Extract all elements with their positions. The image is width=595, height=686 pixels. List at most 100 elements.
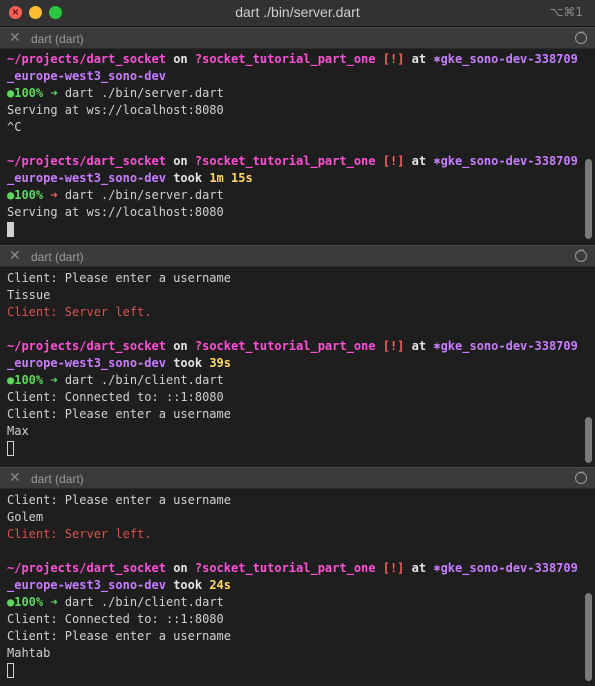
command-text: dart ./bin/client.dart xyxy=(64,595,224,609)
prompt-arrow-icon: ➜ xyxy=(50,188,58,202)
prompt-path: ~/projects/dart_socket xyxy=(7,52,166,66)
prompt-context: ⎈gke_sono-dev-338709 xyxy=(433,339,578,353)
prompt-branch: ?socket_tutorial_part_one xyxy=(194,339,376,353)
close-pane-icon[interactable]: ✕ xyxy=(9,248,21,264)
terminal-pane-1[interactable]: ✕ dart (dart) ~/projects/dart_socket on … xyxy=(0,27,595,245)
command-line: ●100% ➜ dart ./bin/server.dart xyxy=(7,187,224,204)
prompt-path: ~/projects/dart_socket xyxy=(7,339,166,353)
battery-indicator: ●100% xyxy=(7,595,44,609)
output-line: Tissue xyxy=(7,288,51,302)
scrollbar[interactable] xyxy=(584,267,592,467)
command-text: dart ./bin/server.dart xyxy=(64,86,224,100)
prompt-context: ⎈gke_sono-dev-338709 xyxy=(433,561,578,575)
battery-indicator: ●100% xyxy=(7,86,44,100)
prompt-line-cont: _europe-west3_sono-dev took 24s xyxy=(7,577,231,594)
prompt-context: ⎈gke_sono-dev-338709 xyxy=(433,154,578,168)
pane-title: dart (dart) xyxy=(31,250,84,264)
command-line: ●100% ➜ dart ./bin/server.dart xyxy=(7,85,224,102)
prompt-status: [!] xyxy=(382,52,405,66)
pane-content[interactable]: ~/projects/dart_socket on ?socket_tutori… xyxy=(0,49,581,245)
prompt-context: ⎈gke_sono-dev-338709 xyxy=(433,52,578,66)
window-title: dart ./bin/server.dart xyxy=(235,4,360,20)
output-line: Golem xyxy=(7,510,44,524)
pane-content[interactable]: Client: Please enter a username Golem Cl… xyxy=(0,489,581,686)
prompt-status: [!] xyxy=(382,561,405,575)
window-shortcut: ⌥⌘1 xyxy=(549,5,583,19)
command-line: ●100% ➜ dart ./bin/client.dart xyxy=(7,594,224,611)
output-line: Mahtab xyxy=(7,646,51,660)
duration-value: 39s xyxy=(209,356,232,370)
prompt-at: at xyxy=(411,339,427,353)
prompt-status: [!] xyxy=(382,154,405,168)
pane-title: dart (dart) xyxy=(31,472,84,486)
error-line: Client: Server left. xyxy=(7,527,152,541)
terminal-cursor xyxy=(7,663,14,678)
prompt-branch: ?socket_tutorial_part_one xyxy=(194,154,376,168)
pane-title: dart (dart) xyxy=(31,32,84,46)
prompt-on: on xyxy=(173,339,188,353)
pane-content[interactable]: Client: Please enter a username Tissue C… xyxy=(0,267,581,467)
title-bar: × dart ./bin/server.dart ⌥⌘1 xyxy=(0,0,595,27)
prompt-context-cont: _europe-west3_sono-dev xyxy=(7,69,166,83)
prompt-took: took xyxy=(173,171,203,185)
pane-header: ✕ dart (dart) xyxy=(0,245,595,267)
prompt-line: ~/projects/dart_socket on ?socket_tutori… xyxy=(7,51,578,68)
prompt-status: [!] xyxy=(382,339,405,353)
prompt-line-cont: _europe-west3_sono-dev took 39s xyxy=(7,355,231,372)
error-line: Client: Server left. xyxy=(7,305,152,319)
output-line: ^C xyxy=(7,120,22,134)
close-pane-icon[interactable]: ✕ xyxy=(9,470,21,486)
command-text: dart ./bin/client.dart xyxy=(64,373,224,387)
output-line: Client: Please enter a username xyxy=(7,629,231,643)
terminal-cursor xyxy=(7,222,14,237)
duration-value: 1m 15s xyxy=(209,171,253,185)
scrollbar[interactable] xyxy=(584,489,592,686)
output-line: Client: Connected to: ::1:8080 xyxy=(7,612,224,626)
prompt-context-cont: _europe-west3_sono-dev xyxy=(7,578,166,592)
scrollbar-thumb[interactable] xyxy=(585,593,592,681)
prompt-arrow-icon: ➜ xyxy=(50,86,58,100)
battery-indicator: ●100% xyxy=(7,373,44,387)
terminal-pane-2[interactable]: ✕ dart (dart) Client: Please enter a use… xyxy=(0,245,595,467)
more-options-icon[interactable] xyxy=(575,28,587,44)
output-line: Client: Please enter a username xyxy=(7,271,231,285)
more-options-icon[interactable] xyxy=(575,468,587,484)
prompt-line-cont: _europe-west3_sono-dev took 1m 15s xyxy=(7,170,253,187)
scrollbar[interactable] xyxy=(584,49,592,245)
prompt-line: ~/projects/dart_socket on ?socket_tutori… xyxy=(7,153,578,170)
close-pane-icon[interactable]: ✕ xyxy=(9,30,21,46)
output-line: Max xyxy=(7,424,29,438)
prompt-path: ~/projects/dart_socket xyxy=(7,154,166,168)
output-line: Client: Please enter a username xyxy=(7,407,231,421)
more-options-icon[interactable] xyxy=(575,246,587,262)
prompt-on: on xyxy=(173,52,188,66)
command-text: dart ./bin/server.dart xyxy=(64,188,224,202)
prompt-branch: ?socket_tutorial_part_one xyxy=(194,52,376,66)
prompt-context-cont: _europe-west3_sono-dev xyxy=(7,171,166,185)
duration-value: 24s xyxy=(209,578,232,592)
prompt-on: on xyxy=(173,154,188,168)
prompt-at: at xyxy=(411,52,427,66)
prompt-line: ~/projects/dart_socket on ?socket_tutori… xyxy=(7,338,578,355)
output-line: Client: Connected to: ::1:8080 xyxy=(7,390,224,404)
terminal-window: × dart ./bin/server.dart ⌥⌘1 ✕ dart (dar… xyxy=(0,0,595,686)
scrollbar-thumb[interactable] xyxy=(585,159,592,239)
prompt-path: ~/projects/dart_socket xyxy=(7,561,166,575)
battery-indicator: ●100% xyxy=(7,188,44,202)
prompt-at: at xyxy=(411,561,427,575)
pane-header: ✕ dart (dart) xyxy=(0,27,595,49)
prompt-context-cont: _europe-west3_sono-dev xyxy=(7,356,166,370)
scrollbar-thumb[interactable] xyxy=(585,417,592,463)
output-line: Serving at ws://localhost:8080 xyxy=(7,205,224,219)
terminal-pane-3[interactable]: ✕ dart (dart) Client: Please enter a use… xyxy=(0,467,595,686)
prompt-on: on xyxy=(173,561,188,575)
terminal-cursor xyxy=(7,441,14,456)
command-line: ●100% ➜ dart ./bin/client.dart xyxy=(7,372,224,389)
prompt-arrow-icon: ➜ xyxy=(50,373,58,387)
output-line: Client: Please enter a username xyxy=(7,493,231,507)
pane-header: ✕ dart (dart) xyxy=(0,467,595,489)
prompt-arrow-icon: ➜ xyxy=(50,595,58,609)
prompt-line: ~/projects/dart_socket on ?socket_tutori… xyxy=(7,560,578,577)
prompt-took: took xyxy=(173,356,203,370)
prompt-took: took xyxy=(173,578,203,592)
